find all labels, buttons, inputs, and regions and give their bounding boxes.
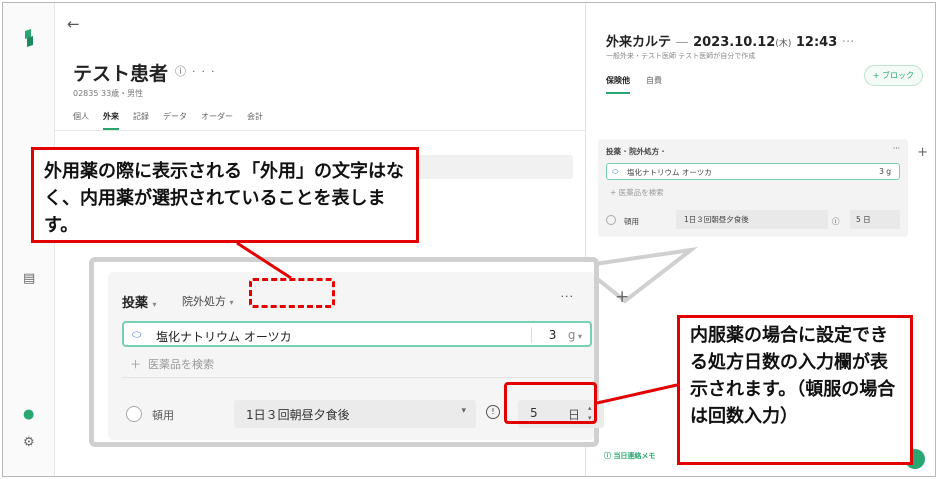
block-more-icon[interactable]: ··· [561,290,575,303]
settings-gear-icon[interactable]: ⚙ [23,435,35,450]
karte-date: 2023.10.12 [693,35,776,50]
more-icon: ··· [192,65,221,78]
patient-name: テスト患者 [73,63,169,85]
pill-icon: ⬭ [612,167,619,176]
usage-info-icon[interactable]: ! [486,405,500,419]
qty-separator [531,327,532,343]
daily-memo-link[interactable]: ⓘ 当日連絡メモ [604,451,655,461]
info-icon: ⓘ [175,65,192,78]
tab-billing[interactable]: 会計 [247,111,263,130]
karte-tabs: 保険他 自費 [606,75,662,94]
divider [122,377,592,378]
karte-title: 外来カルテ — 2023.10.12(木) 12:43 ··· [606,35,855,50]
days-field-highlight [504,382,597,424]
patient-meta: 02835 33歳・男性 [73,89,144,98]
mini-days-field[interactable]: 5 日 [850,210,900,229]
prescription-title[interactable]: 投薬 ▾ [122,292,157,311]
dropdown-arrow-icon: ▾ [461,406,466,416]
app-logo-icon [25,29,33,47]
tab-outpatient[interactable]: 外来 [103,111,119,130]
tab-records[interactable]: 記録 [133,111,149,130]
app-frame: ▤ ● ⚙ ← テスト患者 ⓘ··· 02835 33歳・男性 個人 外来 記録… [2,2,936,477]
patient-tabs: 個人 外来 記録 データ オーダー 会計 [73,111,263,130]
notification-icon[interactable]: ● [23,407,34,422]
patient-actions[interactable]: ⓘ··· [175,63,221,79]
add-drug-search[interactable]: ＋ 医薬品を検索 [130,356,214,372]
tab-insurance[interactable]: 保険他 [606,75,630,94]
mini-more-icon[interactable]: ··· [893,144,900,153]
list-icon[interactable]: ▤ [23,271,35,286]
mini-card-header: 投薬 · 院外処方 · [606,147,665,156]
drug-name: 塩化ナトリウム オーツカ [156,330,292,344]
karte-subtitle: 一般外来・テスト医師 テスト医師が自分で作成 [606,52,756,60]
annotation-external-use: 外用薬の際に表示される「外用」の文字はなく、内用薬が選択されていることを表します… [31,147,419,243]
tab-personal[interactable]: 個人 [73,111,89,130]
pill-icon: ⬭ [132,328,142,341]
annotation-days-input: 内服薬の場合に設定できる処方日数の入力欄が表示されます。（頓服の場合は回数入力） [677,315,913,465]
mini-add-drug[interactable]: + 医薬品を検索 [610,187,664,198]
mini-add-block-icon[interactable]: + [917,145,928,160]
drug-input[interactable]: ⬭ 塩化ナトリウム オーツカ 3 g ▾ [122,321,592,347]
mini-usage-select[interactable]: 1日３回朝昼夕食後 [676,210,828,229]
tab-order[interactable]: オーダー [201,111,233,130]
add-block-plus-icon[interactable]: + [615,287,629,307]
usage-select[interactable]: 1日３回朝昼夕食後 ▾ [234,400,476,428]
back-arrow-icon[interactable]: ← [67,15,80,33]
more-icon: ··· [841,35,855,50]
external-label-highlight [249,278,335,308]
tab-data[interactable]: データ [163,111,187,130]
caret-down-icon: ▾ [229,298,234,307]
prescription-type[interactable]: 院外処方 ▾ [182,293,234,309]
tonyo-radio[interactable] [126,406,142,422]
tonyo-label: 頓用 [152,409,174,422]
add-block-button[interactable]: + ブロック [863,65,923,86]
mini-drug-input[interactable]: ⬭ 塩化ナトリウム オーツカ 3 g [606,163,900,180]
tabs-divider [55,130,585,131]
mini-prescription-card: 投薬 · 院外処方 · ··· + ⬭ 塩化ナトリウム オーツカ 3 g + 医… [598,139,928,237]
tab-self-pay[interactable]: 自費 [646,75,662,94]
mini-info-icon[interactable]: ⓘ [832,216,840,227]
drug-quantity[interactable]: 3 g ▾ [549,328,582,342]
karte-time: 12:43 [795,35,838,50]
caret-down-icon: ▾ [152,300,157,309]
mini-tonyo-radio[interactable] [606,215,616,225]
